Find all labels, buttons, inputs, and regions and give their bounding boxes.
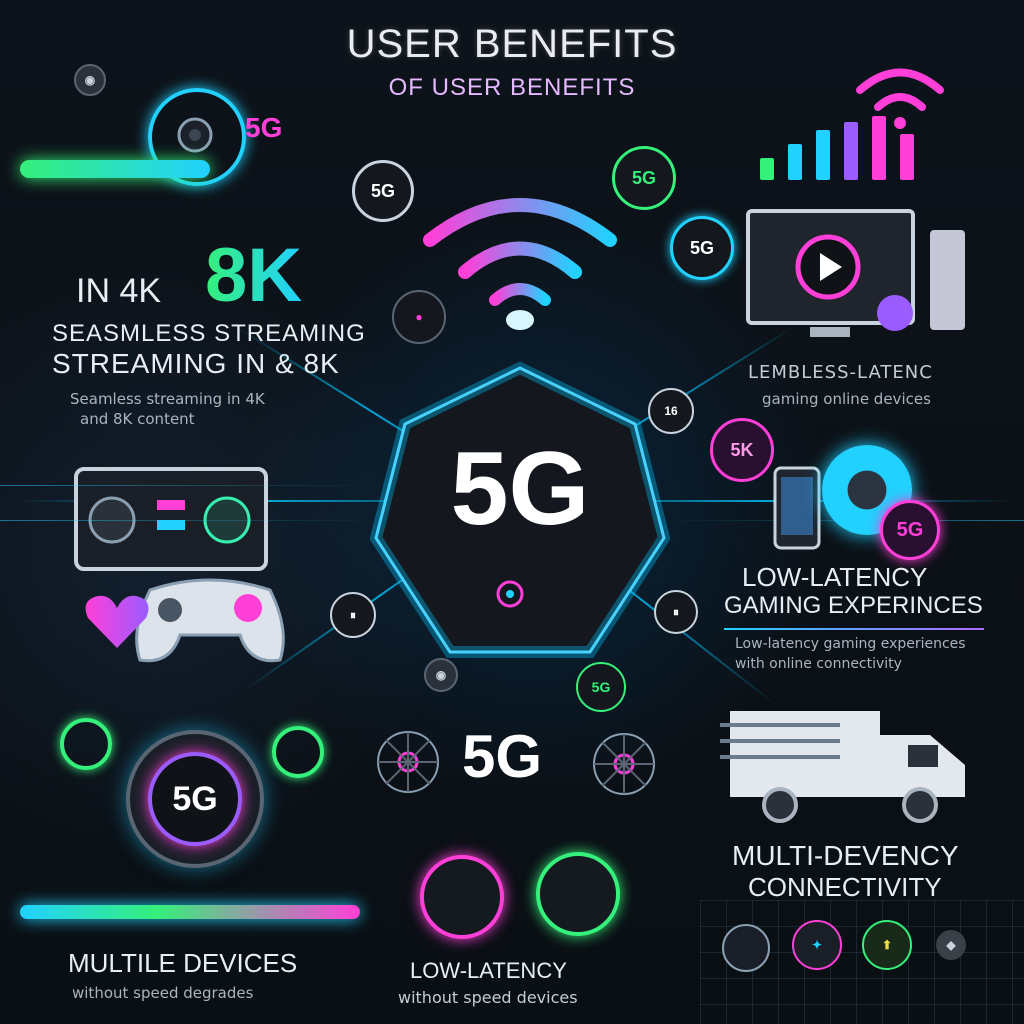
signal-wifi-icon [856, 68, 944, 129]
left-bottom-title: MULTILE DEVICES [68, 948, 298, 978]
fan-icon: ✦ [792, 920, 842, 970]
left-bottom-caption: without speed degrades [72, 984, 254, 1002]
center-bottom-ring-left [420, 855, 504, 939]
right-mid-5g-badge: 5G [880, 500, 940, 560]
heart-icon [85, 595, 149, 648]
center-lock-icon [496, 580, 524, 608]
left-bottom-5g-badge: 5G [148, 752, 242, 846]
right-mid-caption-1: Low-latency gaming experiences [735, 636, 966, 652]
chip-5g-2: 5G [612, 146, 676, 210]
left-bottom-ring-left [60, 718, 112, 770]
center-5g-label: 5G [450, 431, 590, 547]
chip-5k: 5K [710, 418, 774, 482]
left-top-caption-1: Seamless streaming in 4K [70, 390, 265, 408]
center-bottom-ring-right [536, 852, 620, 936]
phone-icon [773, 466, 821, 550]
chip-pause-left: ⏸ [330, 592, 376, 638]
chip-5g-4: 5G [576, 662, 626, 712]
monitor-play-icon [746, 209, 965, 337]
center-bottom-title: LOW-LATENCY [410, 958, 567, 983]
left-top-device-icon [177, 117, 213, 153]
settings-icon [722, 924, 770, 972]
in-4k-label: IN 4K [76, 272, 162, 310]
chip-16: 16 [648, 388, 694, 434]
truck-icon [720, 711, 965, 823]
left-top-heading-1: SEASMLESS STREAMING [52, 320, 366, 347]
left-top-5g-badge: 5G [245, 112, 283, 143]
chip-5g-3: 5G [670, 216, 734, 280]
upload-icon: ⬆ [862, 920, 912, 970]
right-top-caption: LEMBLESS-LATENC [748, 362, 933, 383]
right-mid-heading-2: GAMING EXPERINCES [724, 592, 983, 619]
fan-left-icon [377, 731, 439, 793]
left-bottom-ring-right [272, 726, 324, 778]
data-streak [0, 485, 380, 486]
center-bottom-5g: 5G [462, 723, 543, 790]
right-bottom-heading-1: MULTI-DEVENCY [732, 840, 959, 871]
gamepad-icon [135, 578, 285, 663]
chip-bottom-center: ◉ [424, 658, 458, 692]
chip-pause-right: ⏸ [654, 590, 698, 634]
data-streak [0, 520, 380, 521]
chip-lock-top: ● [392, 290, 446, 344]
right-top-caption-2: gaming online devices [762, 390, 931, 408]
right-bottom-heading-2: CONNECTIVITY [748, 872, 942, 902]
left-top-glow-bar [20, 160, 210, 178]
right-mid-heading-1: LOW-LATENCY [742, 562, 928, 592]
8k-highlight: 8K [205, 233, 303, 318]
right-mid-caption-2: with online connectivity [735, 656, 902, 672]
right-mid-underline [724, 628, 984, 630]
left-top-caption-2: and 8K content [80, 410, 195, 428]
left-bottom-glow-bar [20, 905, 360, 919]
chip-5g-1: 5G [352, 160, 414, 222]
fan-right-icon [593, 733, 655, 795]
left-top-heading-2: STREAMING IN & 8K [52, 348, 340, 379]
chip-top-left: ◉ [74, 64, 106, 96]
shield-icon: ◆ [936, 930, 966, 960]
center-bottom-caption: without speed devices [398, 988, 578, 1007]
